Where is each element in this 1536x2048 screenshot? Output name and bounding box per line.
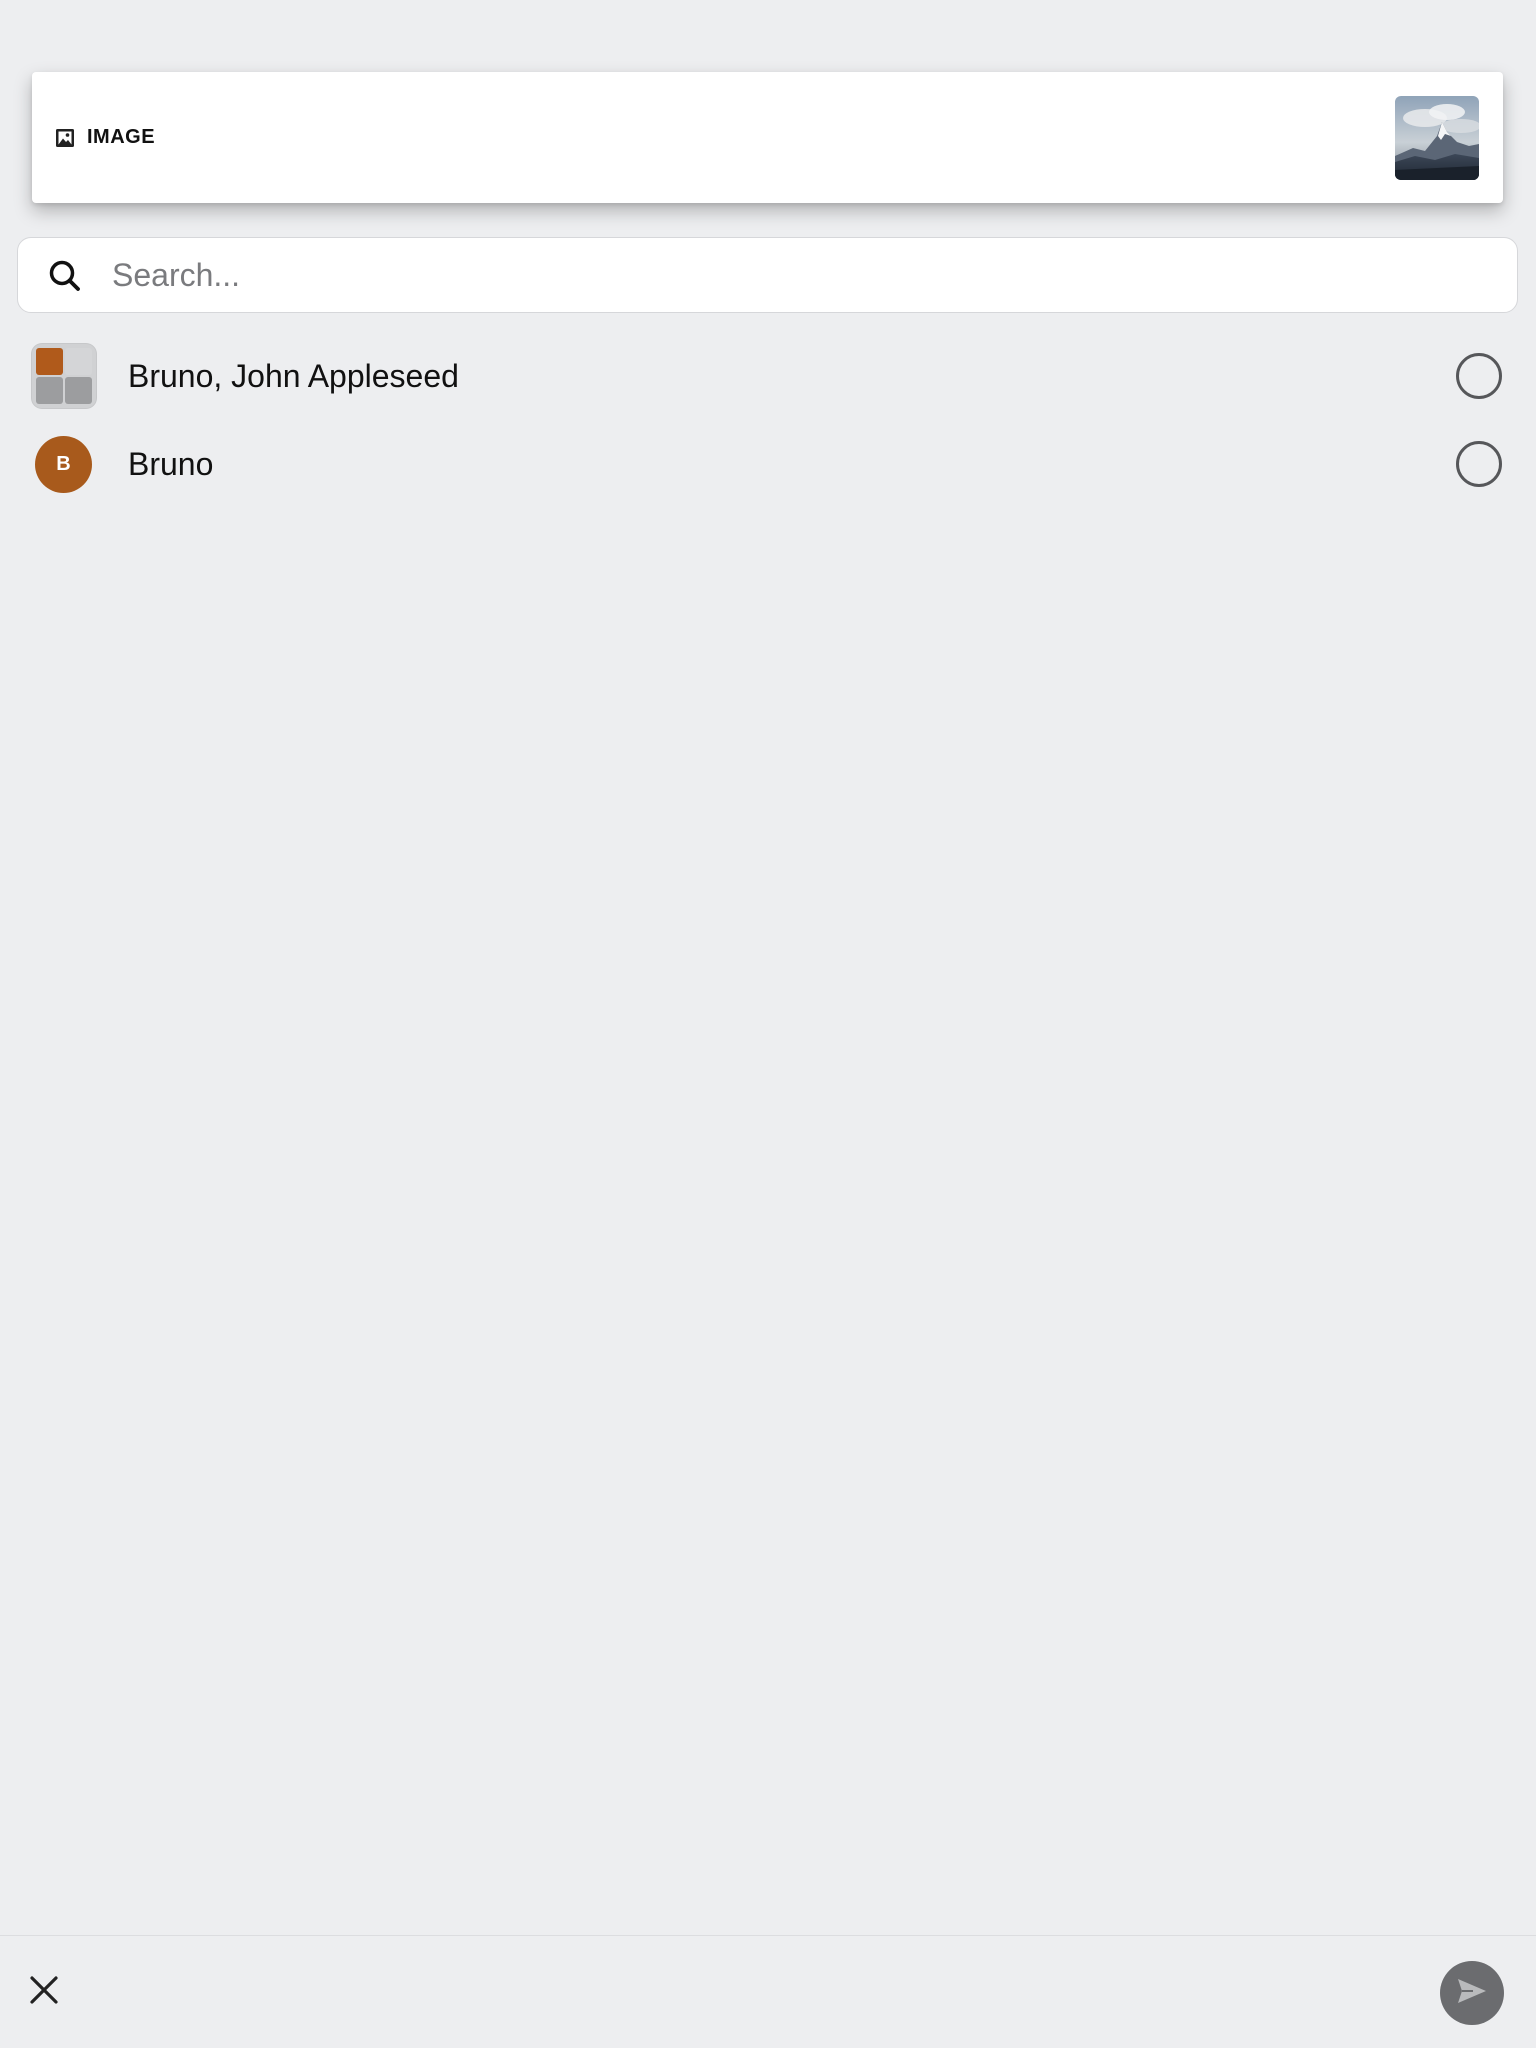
share-screen: IMAGE Search... Bruno, John Appleseed B … [0, 0, 1536, 2048]
send-icon [1455, 1974, 1489, 2013]
attachment-type-label: IMAGE [87, 126, 156, 148]
search-icon [48, 259, 82, 293]
group-avatar [32, 344, 96, 408]
contact-name: Bruno [128, 446, 214, 482]
search-bar[interactable] [17, 237, 1518, 313]
contact-row[interactable]: Bruno, John Appleseed [0, 336, 1536, 416]
close-button[interactable] [22, 1970, 66, 2014]
select-radio-button[interactable] [1456, 441, 1502, 487]
bottom-toolbar [0, 1935, 1536, 2048]
search-input[interactable] [112, 252, 1492, 298]
avatar: B [35, 436, 92, 493]
group-avatar-tile [65, 377, 92, 404]
mountain-photo-thumbnail [1395, 96, 1479, 180]
send-button[interactable] [1440, 1961, 1504, 2025]
image-icon [55, 128, 75, 148]
attachment-type: IMAGE [55, 72, 155, 203]
close-icon [29, 1975, 59, 2010]
group-avatar-tile [36, 377, 63, 404]
group-avatar-tile [36, 348, 63, 375]
group-avatar-tile [65, 348, 92, 375]
contact-name: Bruno, John Appleseed [128, 358, 459, 394]
contact-row[interactable]: B Bruno [0, 424, 1536, 504]
attachment-preview-card: IMAGE [32, 72, 1503, 203]
select-radio-button[interactable] [1456, 353, 1502, 399]
